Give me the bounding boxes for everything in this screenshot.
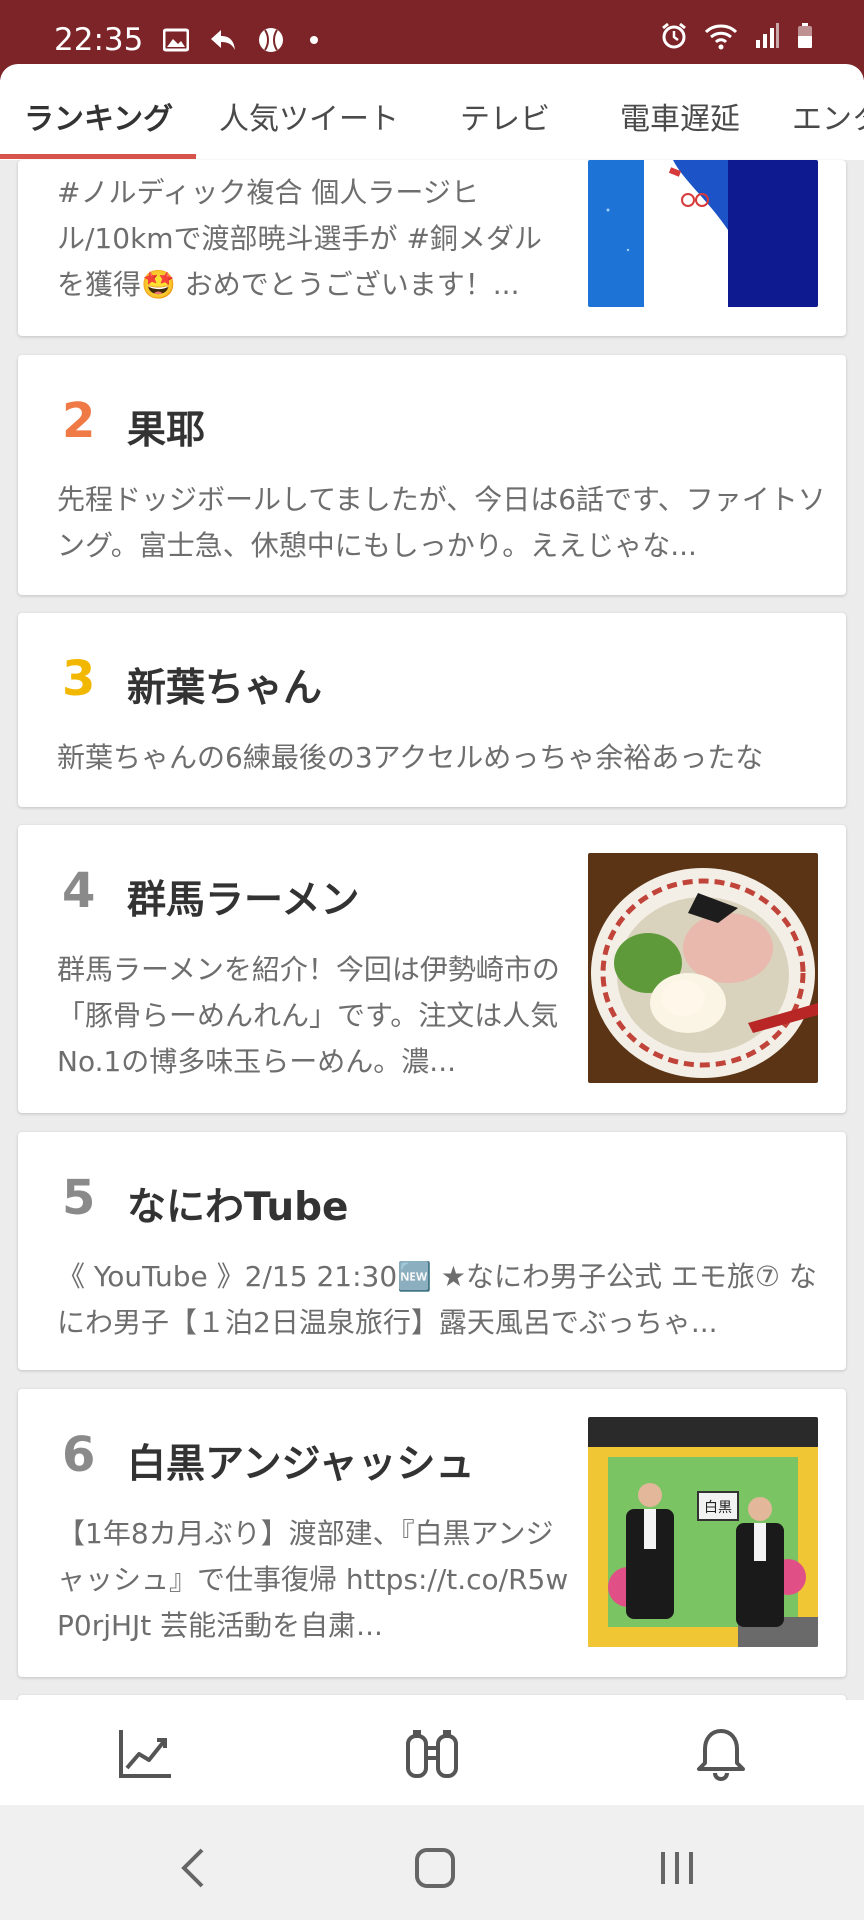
home-icon[interactable] bbox=[410, 1843, 460, 1893]
ranking-card-4[interactable]: 4 群馬ラーメン 群馬ラーメンを紹介！今回は伊勢崎市の「豚骨らーめんれん」です。… bbox=[18, 825, 846, 1113]
ranking-card-6[interactable]: 6 白黒アンジャッシュ 【1年8カ月ぶり】渡部建、『白黒アンジャッシュ』で仕事復… bbox=[18, 1389, 846, 1677]
ramen-photo bbox=[588, 853, 818, 1083]
wifi-icon bbox=[704, 22, 738, 54]
category-tab-bar: ランキング 人気ツイート テレビ 電車遅延 エンタ bbox=[0, 64, 864, 160]
battery-icon bbox=[796, 22, 814, 54]
recents-icon[interactable] bbox=[652, 1843, 702, 1893]
card-description: 【1年8カ月ぶり】渡部建、『白黒アンジャッシュ』で仕事復帰 https://t.… bbox=[57, 1517, 569, 1642]
card-description: #ノルディック複合 個人ラージヒル/10kmで渡部暁斗選手が #銅メダル を獲得… bbox=[57, 176, 542, 301]
rank-number: 3 bbox=[62, 651, 96, 707]
card-description: 先程ドッジボールしてましたが、今日は6話です、ファイトソング。富士急、休憩中にも… bbox=[57, 483, 826, 562]
alarm-icon bbox=[660, 22, 688, 54]
rank-number: 6 bbox=[62, 1427, 96, 1483]
tab-tv[interactable]: テレビ bbox=[460, 94, 550, 138]
tv-studio-photo: 白黒 bbox=[588, 1417, 818, 1647]
status-time: 22:35 bbox=[54, 22, 144, 58]
signal-icon bbox=[754, 22, 780, 54]
tab-ranking[interactable]: ランキング bbox=[24, 94, 173, 138]
ranking-card-2[interactable]: 2 果耶 先程ドッジボールしてましたが、今日は6話です、ファイトソング。富士急、… bbox=[18, 355, 846, 595]
dot-icon bbox=[309, 35, 319, 45]
trend-chart-icon[interactable] bbox=[116, 1725, 174, 1783]
card-title: 群馬ラーメン bbox=[127, 878, 360, 923]
binoculars-icon[interactable] bbox=[403, 1725, 461, 1783]
system-navigation-bar bbox=[0, 1805, 864, 1920]
baseball-icon bbox=[257, 26, 285, 54]
rank-number: 4 bbox=[62, 863, 96, 919]
card-title: 新葉ちゃん bbox=[127, 666, 323, 711]
rank-number: 5 bbox=[62, 1170, 96, 1226]
ranking-card-5[interactable]: 5 なにわTube 《 YouTube 》2/15 21:30🆕 ★なにわ男子公… bbox=[18, 1132, 846, 1370]
ski-jump-photo bbox=[588, 160, 818, 307]
card-title: 白黒アンジャッシュ bbox=[127, 1442, 475, 1487]
bottom-navigation bbox=[0, 1700, 864, 1805]
card-description: 新葉ちゃんの6練最後の3アクセルめっちゃ余裕あったな bbox=[57, 741, 764, 774]
tab-entertainment[interactable]: エンタ bbox=[792, 94, 864, 138]
studio-sign-text: 白黒 bbox=[704, 1500, 732, 1516]
tab-popular-tweets[interactable]: 人気ツイート bbox=[219, 94, 399, 138]
card-description: 群馬ラーメンを紹介！今回は伊勢崎市の「豚骨らーめんれん」です。注文は人気No.1… bbox=[57, 953, 560, 1078]
bell-icon[interactable] bbox=[692, 1725, 750, 1783]
reply-icon bbox=[209, 28, 237, 52]
active-tab-indicator bbox=[0, 154, 196, 159]
tab-train-delay[interactable]: 電車遅延 bbox=[620, 94, 740, 138]
rank-number: 2 bbox=[62, 393, 96, 449]
ranking-card-3[interactable]: 3 新葉ちゃん 新葉ちゃんの6練最後の3アクセルめっちゃ余裕あったな bbox=[18, 613, 846, 807]
card-title: 果耶 bbox=[127, 408, 206, 453]
ranking-card-1[interactable]: #ノルディック複合 個人ラージヒル/10kmで渡部暁斗選手が #銅メダル を獲得… bbox=[18, 160, 846, 336]
card-description: 《 YouTube 》2/15 21:30🆕 ★なにわ男子公式 エモ旅⑦ なにわ… bbox=[57, 1260, 817, 1339]
image-icon bbox=[163, 28, 190, 52]
back-icon[interactable] bbox=[168, 1843, 218, 1893]
card-title: なにわTube bbox=[127, 1185, 349, 1230]
status-right-icons bbox=[660, 22, 814, 54]
